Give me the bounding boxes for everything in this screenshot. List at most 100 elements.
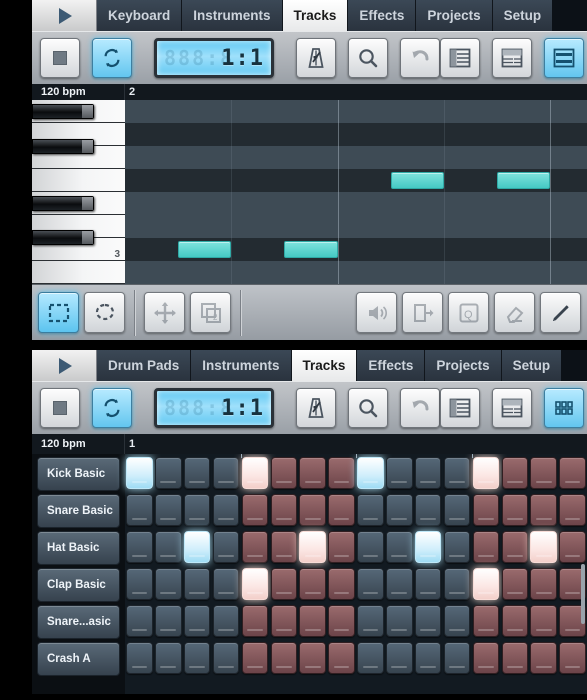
step-cell[interactable]	[472, 604, 500, 637]
step-cell[interactable]	[386, 530, 413, 563]
tab-instruments[interactable]: Instruments	[191, 350, 292, 381]
quantize-tool[interactable]: Q	[448, 292, 489, 333]
step-cell[interactable]	[241, 567, 269, 600]
step-cell[interactable]	[299, 456, 326, 489]
track-name-list[interactable]: Kick Basic Snare Basic Hat Basic Clap Basic…	[32, 434, 125, 694]
step-cell[interactable]	[386, 567, 413, 600]
step-cell[interactable]	[241, 493, 269, 526]
step-cell[interactable]	[212, 456, 240, 489]
rect-select-tool[interactable]	[38, 292, 79, 333]
eraser-tool[interactable]	[494, 292, 535, 333]
step-cell[interactable]	[414, 604, 442, 637]
note-grid-row[interactable]	[125, 146, 587, 169]
step-cell[interactable]	[357, 604, 384, 637]
pencil-tool[interactable]	[540, 292, 581, 333]
step-cell[interactable]	[270, 493, 298, 526]
step-cell[interactable]	[501, 530, 529, 563]
step-cell[interactable]	[414, 530, 442, 563]
step-cell[interactable]	[270, 567, 298, 600]
stop-button[interactable]	[40, 38, 80, 78]
step-cell[interactable]	[299, 530, 326, 563]
step-cell[interactable]	[299, 567, 326, 600]
tab-setup[interactable]: Setup	[492, 0, 553, 31]
step-cell[interactable]	[472, 493, 500, 526]
tab-keyboard[interactable]: Keyboard	[97, 0, 183, 31]
step-cell[interactable]	[559, 493, 586, 526]
note-block[interactable]	[496, 172, 551, 189]
step-cell[interactable]	[501, 456, 529, 489]
step-cell[interactable]	[183, 456, 211, 489]
tab-tracks[interactable]: Tracks	[291, 350, 358, 381]
note-grid-row[interactable]	[125, 192, 587, 215]
step-cell[interactable]	[155, 641, 182, 674]
white-key[interactable]	[32, 169, 125, 192]
note-block[interactable]	[284, 241, 338, 258]
step-cell[interactable]	[126, 456, 153, 489]
track-name[interactable]: Crash A	[37, 642, 120, 676]
step-cell[interactable]	[443, 641, 471, 674]
step-cell[interactable]	[241, 456, 269, 489]
step-cell[interactable]	[241, 530, 269, 563]
step-cell[interactable]	[299, 641, 326, 674]
step-cell[interactable]	[559, 456, 586, 489]
step-grid[interactable]	[125, 434, 587, 694]
stop-button[interactable]	[40, 388, 80, 428]
white-key[interactable]	[32, 261, 125, 284]
piano-keyboard[interactable]: 3	[32, 84, 125, 284]
step-cell[interactable]	[183, 530, 211, 563]
note-block[interactable]	[178, 241, 232, 258]
step-cell[interactable]	[126, 567, 153, 600]
step-cell[interactable]	[183, 567, 211, 600]
step-cell[interactable]	[212, 604, 240, 637]
step-cell[interactable]	[386, 641, 413, 674]
step-cell[interactable]	[530, 530, 557, 563]
note-block[interactable]	[390, 172, 444, 189]
black-key[interactable]	[32, 104, 94, 119]
step-cell[interactable]	[357, 567, 384, 600]
tab-projects[interactable]: Projects	[425, 350, 502, 381]
step-cell[interactable]	[472, 567, 500, 600]
step-cell[interactable]	[126, 641, 153, 674]
note-grid-row[interactable]	[125, 100, 587, 123]
step-cell[interactable]	[414, 493, 442, 526]
step-cell[interactable]	[357, 493, 384, 526]
tab-tracks[interactable]: Tracks	[282, 0, 349, 31]
step-cell[interactable]	[501, 604, 529, 637]
step-cell[interactable]	[443, 530, 471, 563]
note-grid-row[interactable]	[125, 123, 587, 146]
step-cell[interactable]	[328, 456, 355, 489]
step-cell[interactable]	[212, 641, 240, 674]
loop-button[interactable]	[92, 38, 132, 78]
step-cell[interactable]	[386, 604, 413, 637]
step-cell[interactable]	[328, 493, 355, 526]
undo-button[interactable]	[400, 388, 440, 428]
step-cell[interactable]	[328, 567, 355, 600]
tab-drum-pads[interactable]: Drum Pads	[97, 350, 192, 381]
step-cell[interactable]	[357, 641, 384, 674]
note-grid-row[interactable]	[125, 215, 587, 238]
step-cell[interactable]	[530, 641, 557, 674]
step-cell[interactable]	[328, 641, 355, 674]
note-grid-row[interactable]	[125, 261, 587, 284]
step-cell[interactable]	[126, 530, 153, 563]
step-cell[interactable]	[155, 530, 182, 563]
step-cell[interactable]	[126, 604, 153, 637]
step-cell[interactable]	[155, 456, 182, 489]
step-cell[interactable]	[443, 456, 471, 489]
track-name[interactable]: Kick Basic	[37, 457, 120, 491]
step-cell[interactable]	[357, 530, 384, 563]
step-cell[interactable]	[299, 493, 326, 526]
step-cell[interactable]	[241, 641, 269, 674]
duplicate-tool[interactable]: 2	[190, 292, 231, 333]
step-cell[interactable]	[501, 493, 529, 526]
position-display[interactable]: 888:8 1:1	[154, 388, 274, 428]
play-button-drums[interactable]	[32, 350, 97, 381]
step-cell[interactable]	[414, 641, 442, 674]
black-key[interactable]	[32, 196, 94, 211]
tab-setup[interactable]: Setup	[501, 350, 562, 381]
step-cell[interactable]	[530, 604, 557, 637]
tab-effects[interactable]: Effects	[357, 350, 426, 381]
track-name[interactable]: Snare Basic	[37, 494, 120, 528]
view-split-button[interactable]	[492, 388, 532, 428]
step-cell[interactable]	[270, 456, 298, 489]
